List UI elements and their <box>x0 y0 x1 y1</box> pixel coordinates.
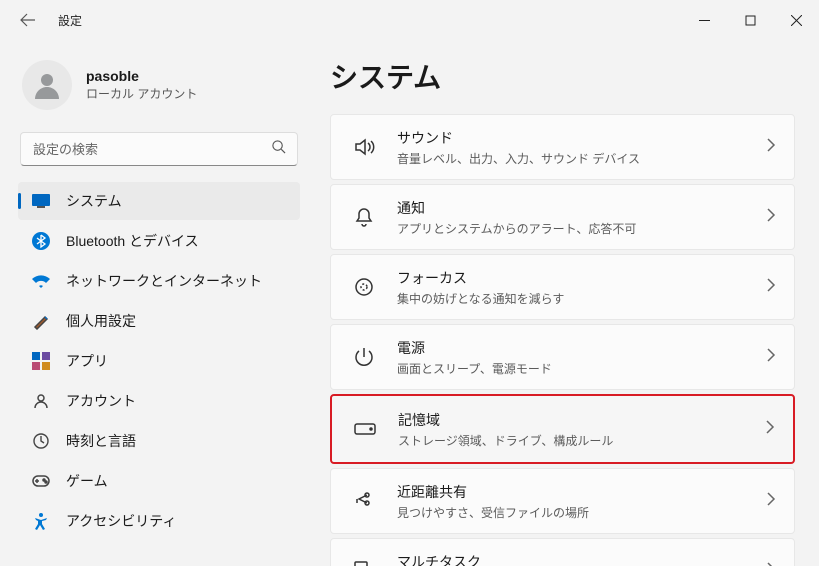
card-power[interactable]: 電源画面とスリープ、電源モード <box>330 324 795 390</box>
card-focus[interactable]: フォーカス集中の妨げとなる通知を減らす <box>330 254 795 320</box>
card-title: サウンド <box>397 128 766 148</box>
nav-label: アカウント <box>66 391 136 411</box>
accessibility-icon <box>32 512 50 530</box>
maximize-button[interactable] <box>727 0 773 40</box>
card-title: 電源 <box>397 338 766 358</box>
card-storage[interactable]: 記憶域ストレージ領域、ドライブ、構成ルール <box>330 394 795 464</box>
nav-accounts[interactable]: アカウント <box>18 382 300 420</box>
window-title: 設定 <box>58 12 82 29</box>
back-icon[interactable] <box>20 12 36 28</box>
card-desc: 音量レベル、出力、入力、サウンド デバイス <box>397 150 766 167</box>
gamepad-icon <box>32 472 50 490</box>
search-input[interactable] <box>20 132 298 166</box>
card-title: フォーカス <box>397 268 766 288</box>
multitask-icon <box>353 560 375 566</box>
nav-label: ゲーム <box>66 471 108 491</box>
chevron-right-icon <box>766 562 776 566</box>
nav-label: アクセシビリティ <box>66 511 176 531</box>
bell-icon <box>353 206 375 228</box>
nav-network[interactable]: ネットワークとインターネット <box>18 262 300 300</box>
chevron-right-icon <box>766 492 776 511</box>
nav-label: アプリ <box>66 351 108 371</box>
nav-system[interactable]: システム <box>18 182 300 220</box>
person-icon <box>32 392 50 410</box>
card-multitask[interactable]: マルチタスクウィンドウのスナップ、デスクトップ、タスクの切り替え <box>330 538 795 566</box>
nav-label: ネットワークとインターネット <box>66 271 262 291</box>
nav-label: 個人用設定 <box>66 311 136 331</box>
card-nearby-share[interactable]: 近距離共有見つけやすさ、受信ファイルの場所 <box>330 468 795 534</box>
bluetooth-icon <box>32 232 50 250</box>
nav-apps[interactable]: アプリ <box>18 342 300 380</box>
card-title: 記憶域 <box>398 410 765 430</box>
card-desc: アプリとシステムからのアラート、応答不可 <box>397 220 766 237</box>
chevron-right-icon <box>766 208 776 227</box>
nav-bluetooth[interactable]: Bluetooth とデバイス <box>18 222 300 260</box>
card-title: マルチタスク <box>397 552 766 566</box>
minimize-button[interactable] <box>681 0 727 40</box>
chevron-right-icon <box>765 420 775 439</box>
chevron-right-icon <box>766 278 776 297</box>
brush-icon <box>32 312 50 330</box>
search-icon <box>271 139 286 159</box>
user-name: pasoble <box>86 68 197 84</box>
nav-personalization[interactable]: 個人用設定 <box>18 302 300 340</box>
close-button[interactable] <box>773 0 819 40</box>
chevron-right-icon <box>766 138 776 157</box>
display-icon <box>32 192 50 210</box>
focus-icon <box>353 276 375 298</box>
share-icon <box>353 490 375 512</box>
card-title: 近距離共有 <box>397 482 766 502</box>
storage-icon <box>354 418 376 440</box>
user-account: ローカル アカウント <box>86 85 197 102</box>
avatar-icon <box>22 60 72 110</box>
card-desc: ストレージ領域、ドライブ、構成ルール <box>398 432 765 449</box>
power-icon <box>353 346 375 368</box>
nav-label: システム <box>66 191 122 211</box>
card-desc: 見つけやすさ、受信ファイルの場所 <box>397 504 766 521</box>
sound-icon <box>353 136 375 158</box>
nav-gaming[interactable]: ゲーム <box>18 462 300 500</box>
nav-label: Bluetooth とデバイス <box>66 231 199 251</box>
chevron-right-icon <box>766 348 776 367</box>
card-desc: 集中の妨げとなる通知を減らす <box>397 290 766 307</box>
card-notifications[interactable]: 通知アプリとシステムからのアラート、応答不可 <box>330 184 795 250</box>
clock-globe-icon <box>32 432 50 450</box>
nav-label: 時刻と言語 <box>66 431 136 451</box>
nav-time-language[interactable]: 時刻と言語 <box>18 422 300 460</box>
page-title: システム <box>330 56 795 96</box>
card-title: 通知 <box>397 198 766 218</box>
apps-icon <box>32 352 50 370</box>
user-block[interactable]: pasoble ローカル アカウント <box>18 52 300 128</box>
card-desc: 画面とスリープ、電源モード <box>397 360 766 377</box>
nav-accessibility[interactable]: アクセシビリティ <box>18 502 300 540</box>
wifi-icon <box>32 272 50 290</box>
card-sound[interactable]: サウンド音量レベル、出力、入力、サウンド デバイス <box>330 114 795 180</box>
